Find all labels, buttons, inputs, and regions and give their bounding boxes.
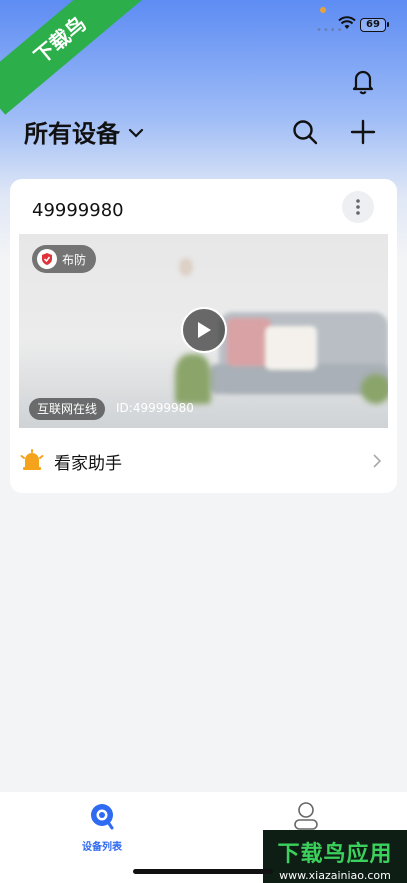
shield-check-icon [37,249,57,269]
page-title: 所有设备 [24,120,120,148]
tab-device-list-label: 设备列表 [82,842,122,853]
device-more-button[interactable] [342,191,374,223]
online-status-badge: 互联网在线 [29,398,106,420]
more-vertical-icon [356,199,360,215]
preview-pillow-shape [265,326,317,370]
preview-plant-shape [361,374,388,404]
device-id-label: ID:49999980 [116,401,194,415]
notifications-button[interactable] [348,66,378,96]
add-device-button[interactable] [348,117,378,147]
tab-device-list[interactable]: 设备列表 [74,802,130,853]
camera-preview[interactable]: 布防 互联网在线 ID:49999980 [19,234,388,428]
device-card[interactable]: 49999980 布防 互联网在线 ID:49999980 看家助手 [10,179,397,493]
preview-lamp-shape [179,258,193,276]
watermark-url: www.xiazainiao.com [279,869,391,882]
device-group-selector[interactable]: 所有设备 [24,114,144,149]
home-indicator [133,869,273,874]
privacy-indicator-dot [320,7,326,13]
home-assistant-label: 看家助手 [54,453,122,474]
device-name: 49999980 [32,200,124,221]
chevron-right-icon [373,454,382,468]
bell-icon [352,70,374,95]
user-tab-icon [294,802,318,830]
preview-plant-shape [175,354,211,404]
home-assistant-row[interactable]: 看家助手 [20,447,382,475]
arm-status-badge[interactable]: 布防 [32,245,97,273]
arm-status-label: 布防 [62,252,87,267]
search-button[interactable] [290,117,320,147]
chevron-down-icon [128,128,144,138]
search-icon [293,120,318,145]
play-icon [198,322,211,338]
play-button[interactable] [181,307,227,353]
alarm-bell-icon [20,449,44,470]
watermark-logo-box: 下载鸟应用 www.xiazainiao.com [263,830,407,883]
plus-icon [350,119,376,145]
wifi-icon [338,16,356,29]
battery-indicator: 69 [360,18,389,32]
watermark-main-text: 下载鸟应用 [277,842,393,867]
camera-tab-icon [91,804,114,830]
